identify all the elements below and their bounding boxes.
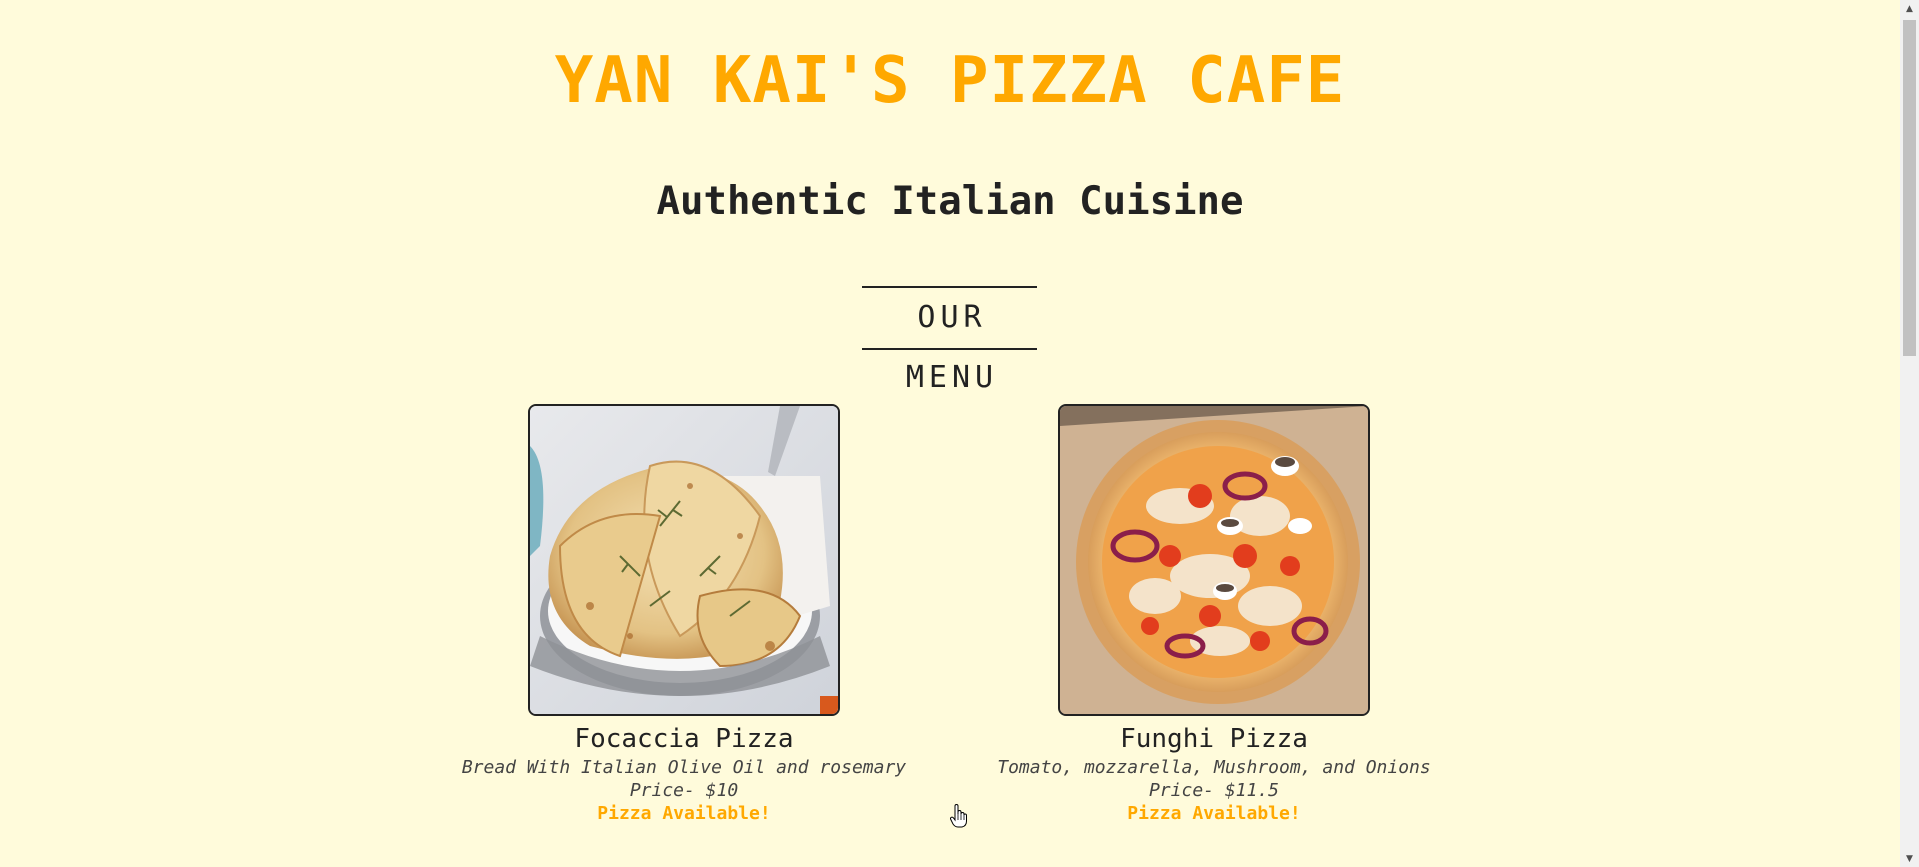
funghi-pizza-photo (1058, 404, 1370, 716)
page-title: YAN KAI'S PIZZA CAFE (554, 44, 1346, 118)
pizza-price: Price- $11.5 (1148, 780, 1280, 801)
pizza-price: Price- $10 (629, 780, 739, 801)
scroll-up-arrow-icon[interactable]: ▲ (1900, 0, 1919, 17)
pizza-name: Focaccia Pizza (574, 724, 794, 754)
menu-item-focaccia: Focaccia Pizza Bread With Italian Olive … (444, 404, 924, 825)
pizza-availability: Pizza Available! (1127, 803, 1301, 824)
scroll-down-arrow-icon[interactable]: ▼ (1900, 850, 1919, 867)
menu-heading: OUR MENU (862, 286, 1037, 395)
scrollbar-thumb[interactable] (1903, 20, 1916, 356)
pizza-description: Bread With Italian Olive Oil and rosemar… (461, 757, 907, 778)
pizza-availability: Pizza Available! (597, 803, 771, 824)
page-subtitle: Authentic Italian Cuisine (656, 179, 1244, 224)
pizza-name: Funghi Pizza (1120, 724, 1308, 754)
hand-pointer-cursor-icon (950, 804, 967, 828)
pizza-description: Tomato, mozzarella, Mushroom, and Onions (997, 757, 1431, 778)
menu-item-funghi: Funghi Pizza Tomato, mozzarella, Mushroo… (974, 404, 1454, 825)
vertical-scrollbar[interactable]: ▲ ▼ (1900, 0, 1919, 867)
focaccia-photo (528, 404, 840, 716)
page: YAN KAI'S PIZZA CAFE Authentic Italian C… (0, 0, 1900, 867)
